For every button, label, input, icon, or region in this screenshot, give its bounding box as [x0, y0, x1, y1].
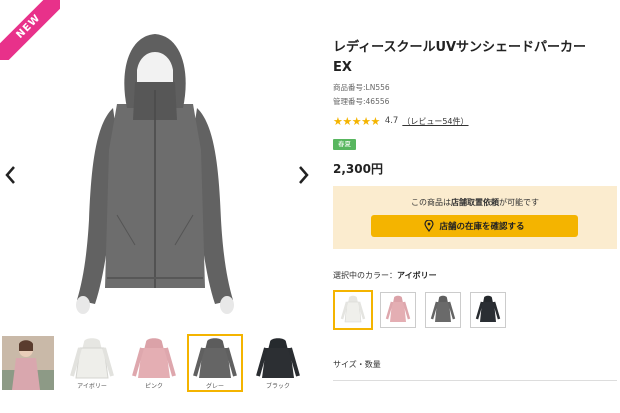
previous-image-arrow[interactable] — [2, 163, 20, 187]
new-badge: NEW — [0, 0, 60, 60]
check-store-stock-button[interactable]: 店舗の在庫を確認する — [371, 215, 578, 237]
thumbnail-caption: グレー — [205, 383, 224, 390]
selected-color-name: アイボリー — [397, 271, 437, 280]
size-quantity-section[interactable]: サイズ・数量 — [333, 350, 617, 381]
review-count-link[interactable]: （レビュー54件） — [402, 116, 468, 127]
product-gallery: NEW アイボリー ピンク グレー ブラック — [0, 0, 315, 392]
next-image-arrow[interactable] — [294, 163, 312, 187]
rating: ★★★★★ 4.7 （レビュー54件） — [333, 114, 469, 128]
new-badge-label: NEW — [0, 0, 60, 60]
store-pickup-box: この商品は店舗取置依頼が可能です 店舗の在庫を確認する — [333, 186, 617, 249]
thumbnail-model-photo[interactable] — [2, 336, 54, 390]
rating-value: 4.7 — [384, 116, 399, 126]
thumbnail-ivory[interactable]: アイボリー — [66, 336, 118, 390]
main-product-image — [55, 30, 255, 320]
size-quantity-label: サイズ・数量 — [333, 360, 381, 369]
swatch-ivory[interactable] — [333, 290, 373, 330]
thumbnail-caption: ピンク — [144, 383, 163, 390]
location-pin-icon — [424, 220, 435, 232]
rating-stars-icon: ★★★★★ — [333, 114, 380, 128]
store-pickup-note: この商品は店舗取置依頼が可能です — [411, 198, 539, 207]
price: 2,300円 — [333, 162, 383, 176]
season-badge: 春夏 — [333, 139, 356, 150]
swatch-black[interactable] — [470, 292, 506, 328]
swatch-pink[interactable] — [380, 292, 416, 328]
thumbnail-gray[interactable]: グレー — [187, 334, 243, 392]
thumbnail-caption: アイボリー — [77, 383, 107, 390]
swatch-gray[interactable] — [425, 292, 461, 328]
product-number: 商品番号:LN556 — [333, 83, 390, 92]
check-store-stock-label: 店舗の在庫を確認する — [439, 222, 525, 232]
thumbnail-black[interactable]: ブラック — [252, 336, 304, 390]
management-number: 管理番号:46556 — [333, 97, 390, 106]
selected-color-label: 選択中のカラー：アイボリー — [333, 271, 437, 280]
thumbnail-strip: アイボリー ピンク グレー ブラック — [0, 334, 315, 392]
thumbnail-pink[interactable]: ピンク — [128, 336, 180, 390]
thumbnail-caption: ブラック — [265, 383, 290, 390]
product-title: レディースクールUVサンシェードパーカーEX — [333, 40, 587, 75]
